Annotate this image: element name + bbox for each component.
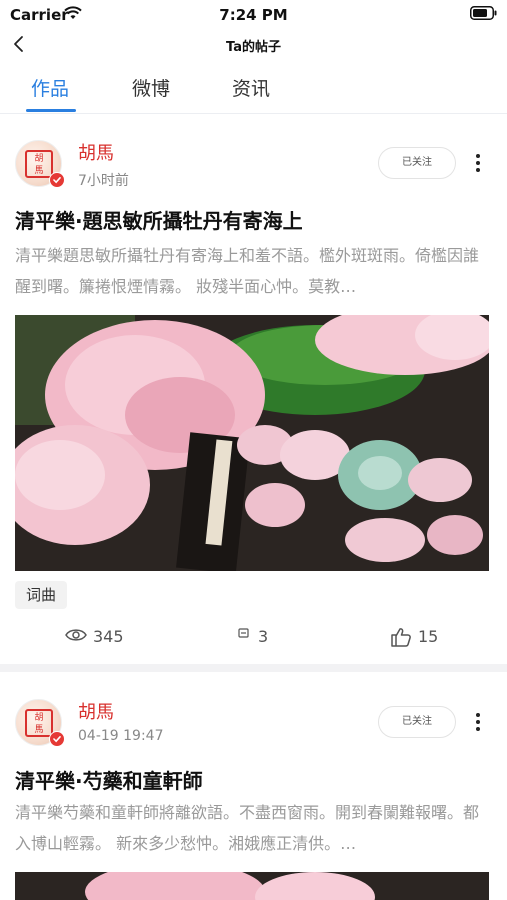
seal-logo-icon: 胡馬 — [25, 709, 53, 737]
seal-logo-icon: 胡馬 — [25, 150, 53, 178]
thumbs-up-icon — [391, 628, 411, 647]
verified-icon — [49, 731, 65, 747]
post-time: 04-19 19:47 — [78, 728, 164, 744]
more-options-icon[interactable] — [468, 710, 488, 734]
category-tag[interactable]: 词曲 — [15, 581, 68, 609]
eye-icon — [65, 629, 87, 641]
views-count: 345 — [93, 627, 124, 646]
tab-weibo[interactable]: 微博 — [132, 74, 170, 101]
tab-works[interactable]: 作品 — [31, 74, 69, 101]
likes-count: 15 — [418, 627, 439, 646]
follow-button[interactable]: 已关注 — [378, 147, 456, 179]
follow-button[interactable]: 已关注 — [378, 706, 456, 738]
clock: 7:24 PM — [219, 6, 288, 24]
battery-icon — [470, 6, 497, 20]
peony-photo-icon[interactable] — [15, 872, 489, 900]
post-title[interactable]: 清平樂·題思敏所攝牡丹有寄海上 — [15, 205, 303, 234]
avatar[interactable]: 胡馬 — [15, 699, 65, 747]
post-time: 7小时前 — [78, 173, 129, 189]
post-separator — [0, 664, 507, 672]
page-title: Ta的帖子 — [226, 40, 281, 55]
back-icon[interactable] — [6, 31, 32, 57]
post-card[interactable]: 胡馬 胡馬 7小时前 已关注 清平樂·題思敏所攝牡丹有寄海上 清平樂題思敏所攝牡… — [0, 115, 507, 664]
nav-bar: Ta的帖子 — [0, 30, 507, 60]
tab-bar: 作品 微博 资讯 — [0, 62, 507, 114]
post-excerpt[interactable]: 清平樂題思敏所攝牡丹有寄海上和羞不語。檻外斑斑雨。倚檻因誰醒到曙。簾捲恨煙情霧。… — [15, 240, 493, 302]
peony-photo-icon[interactable] — [15, 315, 489, 571]
more-options-icon[interactable] — [468, 151, 488, 175]
post-title[interactable]: 清平樂·芍藥和童軒師 — [15, 765, 203, 794]
comments-count: 3 — [258, 627, 269, 646]
comment-icon — [238, 628, 249, 638]
author-name[interactable]: 胡馬 — [78, 698, 114, 724]
status-bar: Carrier 7:24 PM — [0, 0, 507, 30]
tab-news[interactable]: 资讯 — [232, 74, 270, 101]
tab-indicator — [26, 109, 76, 112]
avatar[interactable]: 胡馬 — [15, 140, 65, 188]
verified-icon — [49, 172, 65, 188]
author-name[interactable]: 胡馬 — [78, 139, 114, 165]
post-card[interactable]: 胡馬 胡馬 04-19 19:47 已关注 清平樂·芍藥和童軒師 清平樂芍藥和童… — [0, 672, 507, 900]
post-excerpt[interactable]: 清平樂芍藥和童軒師將離欲語。不盡西窗雨。開到春闌難報曙。都入博山輕霧。 新來多少… — [15, 797, 493, 859]
